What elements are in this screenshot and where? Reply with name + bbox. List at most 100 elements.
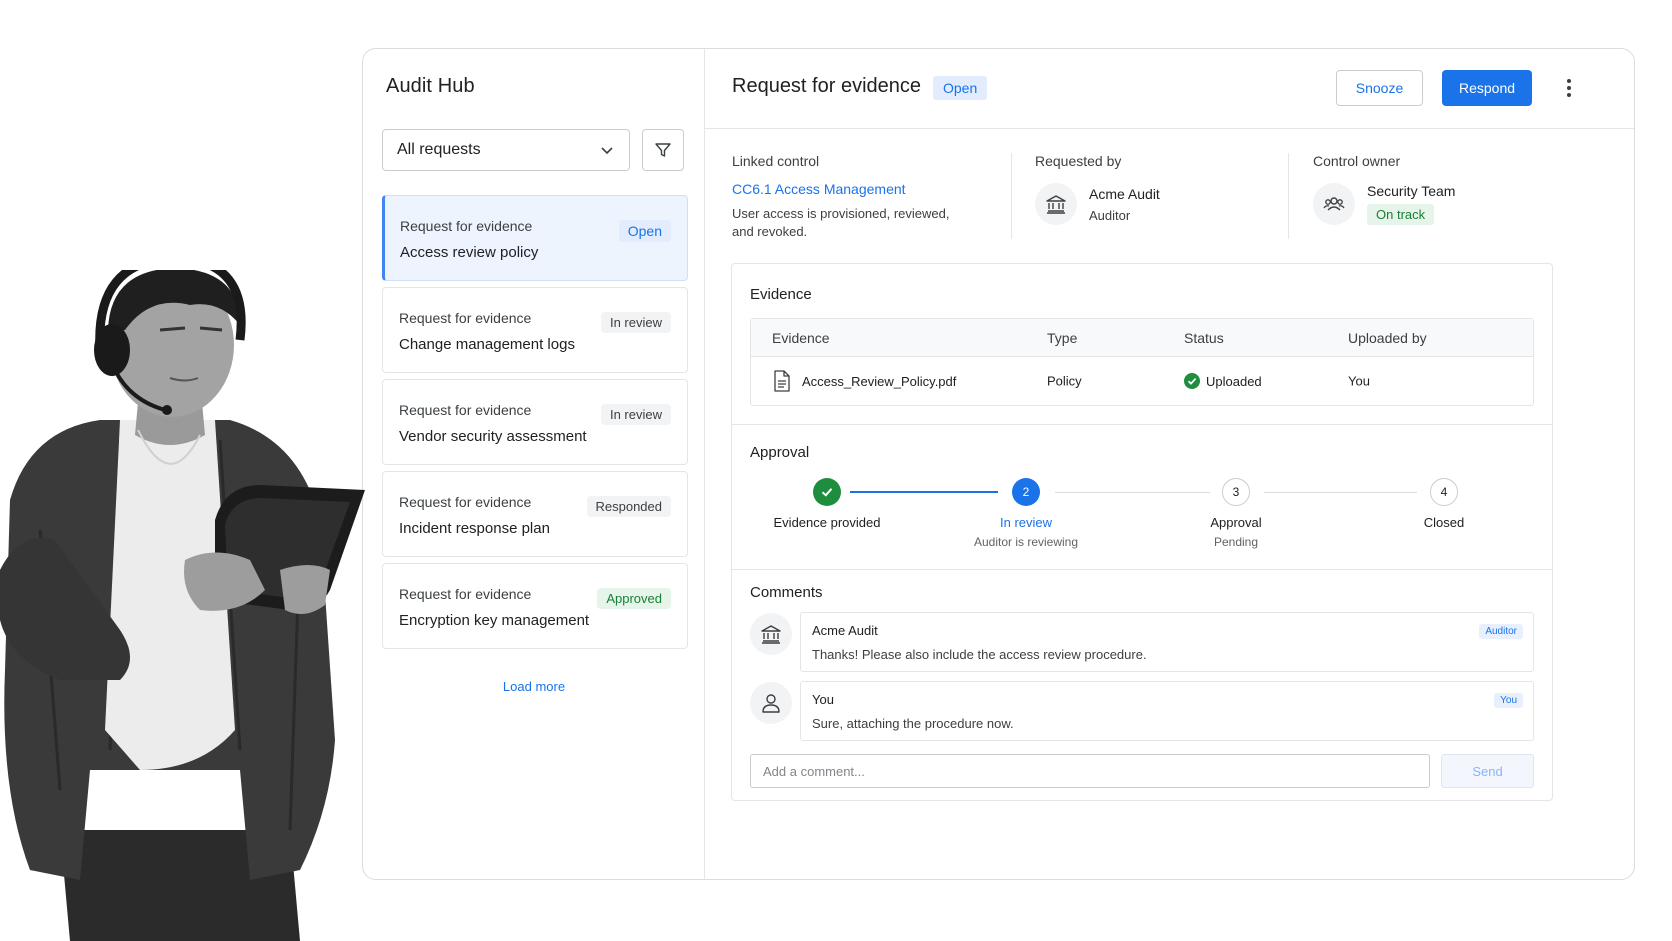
snooze-button[interactable]: Snooze xyxy=(1336,70,1423,106)
requester: Acme Audit Auditor xyxy=(1035,183,1288,225)
comment-text: Sure, attaching the procedure now. xyxy=(812,716,1014,731)
control-owner: Control owner Security Team On track xyxy=(1288,153,1568,239)
request-item-encryption-key[interactable]: Request for evidence Encryption key mana… xyxy=(382,563,688,649)
step-number: 3 xyxy=(1222,478,1250,506)
table-row[interactable]: Access_Review_Policy.pdf Policy Uploaded… xyxy=(751,357,1533,405)
evidence-status-cell: Uploaded xyxy=(1184,373,1262,389)
step-evidence-provided: Evidence provided xyxy=(747,478,907,530)
step-closed: 4 Closed xyxy=(1364,478,1524,530)
filter-row: All requests xyxy=(382,129,684,171)
requester-role: Auditor xyxy=(1089,207,1131,223)
comment-author: Acme Audit xyxy=(812,623,878,638)
control-owner-label: Control owner xyxy=(1313,153,1401,169)
detail-header: Request for evidence Open Snooze Respond xyxy=(705,49,1634,129)
request-filter-value: All requests xyxy=(397,141,481,158)
comment-body: Acme Audit Thanks! Please also include t… xyxy=(800,612,1534,672)
sidebar: Audit Hub All requests Request for evide… xyxy=(363,49,705,879)
step-number: 2 xyxy=(1012,478,1040,506)
request-item-vendor-security[interactable]: Request for evidence Vendor security ass… xyxy=(382,379,688,465)
status-badge: In review xyxy=(600,404,671,425)
step-complete-marker xyxy=(813,478,841,506)
comment-item: Acme Audit Thanks! Please also include t… xyxy=(750,612,1534,672)
send-button[interactable]: Send xyxy=(1441,754,1534,788)
check-circle-icon xyxy=(1184,373,1200,389)
document-icon xyxy=(774,370,790,392)
filter-icon xyxy=(655,143,671,157)
step-sublabel: Auditor is reviewing xyxy=(973,535,1079,549)
request-name: Incident response plan xyxy=(399,520,550,537)
column-header: Uploaded by xyxy=(1348,329,1427,346)
respond-button[interactable]: Respond xyxy=(1442,70,1532,106)
request-name: Encryption key management xyxy=(399,612,590,629)
comment-item: You Sure, attaching the procedure now. Y… xyxy=(750,681,1534,741)
request-item-access-review[interactable]: Request for evidence Access review polic… xyxy=(382,195,688,281)
page-title: Request for evidence xyxy=(732,75,922,97)
detail-panel: Evidence Evidence Type Status Uploaded b… xyxy=(731,263,1553,801)
approval-section-title: Approval xyxy=(750,444,810,461)
comment-role-tag: You xyxy=(1494,693,1523,708)
linked-control: Linked control CC6.1 Access Management U… xyxy=(732,153,1012,239)
evidence-file-name[interactable]: Access_Review_Policy.pdf xyxy=(802,374,956,389)
evidence-table: Evidence Type Status Uploaded by Access_… xyxy=(750,318,1534,406)
step-label: In review xyxy=(999,515,1053,530)
request-item-incident-response[interactable]: Request for evidence Incident response p… xyxy=(382,471,688,557)
check-icon xyxy=(821,488,833,497)
request-name: Change management logs xyxy=(399,336,575,353)
audit-hub-window: Audit Hub All requests Request for evide… xyxy=(362,48,1635,880)
evidence-file-cell: Access_Review_Policy.pdf xyxy=(772,370,956,392)
linked-control-link[interactable]: CC6.1 Access Management xyxy=(732,181,906,197)
group-icon xyxy=(1313,183,1355,225)
chevron-down-icon xyxy=(601,147,613,155)
status-badge: Approved xyxy=(597,588,671,609)
step-label: Approval xyxy=(1210,515,1262,530)
step-label: Evidence provided xyxy=(773,515,881,530)
bank-icon xyxy=(750,613,792,655)
request-detail: Request for evidence Open Snooze Respond… xyxy=(705,49,1634,879)
comment-input[interactable] xyxy=(750,754,1430,788)
evidence-section-title: Evidence xyxy=(750,286,812,303)
more-options-button[interactable] xyxy=(1557,73,1581,103)
status-badge: Open xyxy=(933,76,988,100)
section-divider xyxy=(732,424,1552,425)
comment-author: You xyxy=(812,692,834,707)
column-header: Evidence xyxy=(772,329,830,346)
approval-stepper: Evidence provided 2 In review Auditor is… xyxy=(750,478,1534,558)
on-track-badge: On track xyxy=(1367,204,1435,225)
requested-by-label: Requested by xyxy=(1035,153,1122,169)
request-filter-select[interactable]: All requests xyxy=(382,129,630,171)
filter-button[interactable] xyxy=(642,129,684,171)
comments-section-title: Comments xyxy=(750,584,823,601)
load-more-link[interactable]: Load more xyxy=(363,679,705,694)
more-vertical-icon xyxy=(1567,79,1571,97)
status-badge: In review xyxy=(600,312,671,333)
person-icon xyxy=(750,682,792,724)
step-label: Closed xyxy=(1423,515,1465,530)
comment-text: Thanks! Please also include the access r… xyxy=(812,647,1147,662)
step-approval: 3 Approval Pending xyxy=(1156,478,1316,549)
requested-by: Requested by Acme Audit Auditor xyxy=(1011,153,1288,239)
status-badge: Responded xyxy=(586,496,671,517)
requester-name: Acme Audit xyxy=(1089,185,1160,202)
request-meta: Linked control CC6.1 Access Management U… xyxy=(705,153,1634,239)
column-header: Status xyxy=(1184,329,1224,346)
section-divider xyxy=(732,569,1552,570)
column-header: Type xyxy=(1047,329,1078,346)
evidence-type: Policy xyxy=(1047,373,1082,389)
request-name: Vendor security assessment xyxy=(399,428,587,445)
step-sublabel: Pending xyxy=(1213,535,1259,549)
request-list: Request for evidence Access review polic… xyxy=(382,195,688,655)
person-with-tablet-illustration xyxy=(0,270,400,941)
owner: Security Team On track xyxy=(1313,183,1568,225)
linked-control-label: Linked control xyxy=(732,153,820,169)
evidence-uploaded-by: You xyxy=(1348,373,1370,389)
evidence-status: Uploaded xyxy=(1206,373,1262,389)
owner-name: Security Team xyxy=(1367,183,1456,199)
status-badge: Open xyxy=(618,220,671,242)
evidence-table-header: Evidence Type Status Uploaded by xyxy=(751,319,1533,357)
app-title: Audit Hub xyxy=(386,75,475,97)
step-in-review: 2 In review Auditor is reviewing xyxy=(946,478,1106,549)
comment-body: You Sure, attaching the procedure now. Y… xyxy=(800,681,1534,741)
comment-role-tag: Auditor xyxy=(1479,624,1523,639)
linked-control-description: User access is provisioned, reviewed, an… xyxy=(732,206,950,239)
request-item-change-management[interactable]: Request for evidence Change management l… xyxy=(382,287,688,373)
